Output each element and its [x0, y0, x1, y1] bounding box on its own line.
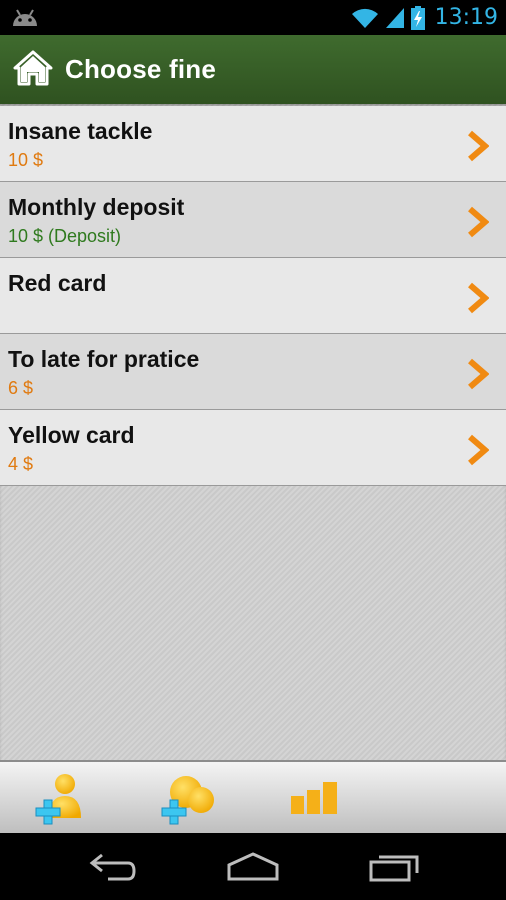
- fine-name: Yellow card: [8, 422, 135, 448]
- status-bar: 13:19: [0, 0, 506, 35]
- fine-name: Monthly deposit: [8, 194, 185, 220]
- fine-amount: 10 $ (Deposit): [8, 226, 122, 246]
- chevron-right-icon: [468, 434, 489, 466]
- home-nav-icon[interactable]: [226, 851, 280, 883]
- chevron-right-icon: [468, 130, 489, 162]
- back-icon[interactable]: [88, 851, 138, 883]
- fine-name: Red card: [8, 270, 107, 296]
- recent-apps-icon[interactable]: [368, 851, 422, 883]
- fine-amount: 4 $: [8, 454, 34, 474]
- fines-list: Insane tackle 10 $ Monthly deposit 10 $ …: [0, 106, 506, 486]
- content-area: Insane tackle 10 $ Monthly deposit 10 $ …: [0, 104, 506, 760]
- statistics-icon[interactable]: [287, 772, 347, 826]
- add-person-icon[interactable]: [35, 772, 95, 826]
- chevron-right-icon: [468, 358, 489, 390]
- chevron-right-icon: [468, 206, 489, 238]
- list-item-fine[interactable]: To late for pratice 6 $: [0, 334, 506, 410]
- chevron-right-icon: [468, 282, 489, 314]
- clock: 13:19: [434, 5, 498, 30]
- list-item-fine[interactable]: Yellow card 4 $: [0, 410, 506, 486]
- fine-amount: 10 $: [8, 150, 44, 170]
- navigation-bar: [0, 833, 506, 900]
- list-item-fine[interactable]: Insane tackle 10 $: [0, 106, 506, 182]
- home-icon[interactable]: [13, 50, 53, 86]
- page-title: Choose fine: [65, 54, 216, 84]
- list-item-fine[interactable]: Red card: [0, 258, 506, 334]
- wifi-icon: [351, 8, 378, 28]
- battery-charging-icon: [410, 5, 425, 30]
- fine-name: To late for pratice: [8, 346, 200, 372]
- signal-icon: [385, 7, 404, 28]
- android-notification-icon: [13, 9, 37, 26]
- fine-name: Insane tackle: [8, 118, 153, 144]
- list-item-fine[interactable]: Monthly deposit 10 $ (Deposit): [0, 182, 506, 258]
- fine-amount: 6 $: [8, 378, 34, 398]
- add-group-icon[interactable]: [161, 772, 221, 826]
- action-bar: Choose fine: [0, 35, 506, 105]
- bottom-toolbar: [0, 760, 506, 835]
